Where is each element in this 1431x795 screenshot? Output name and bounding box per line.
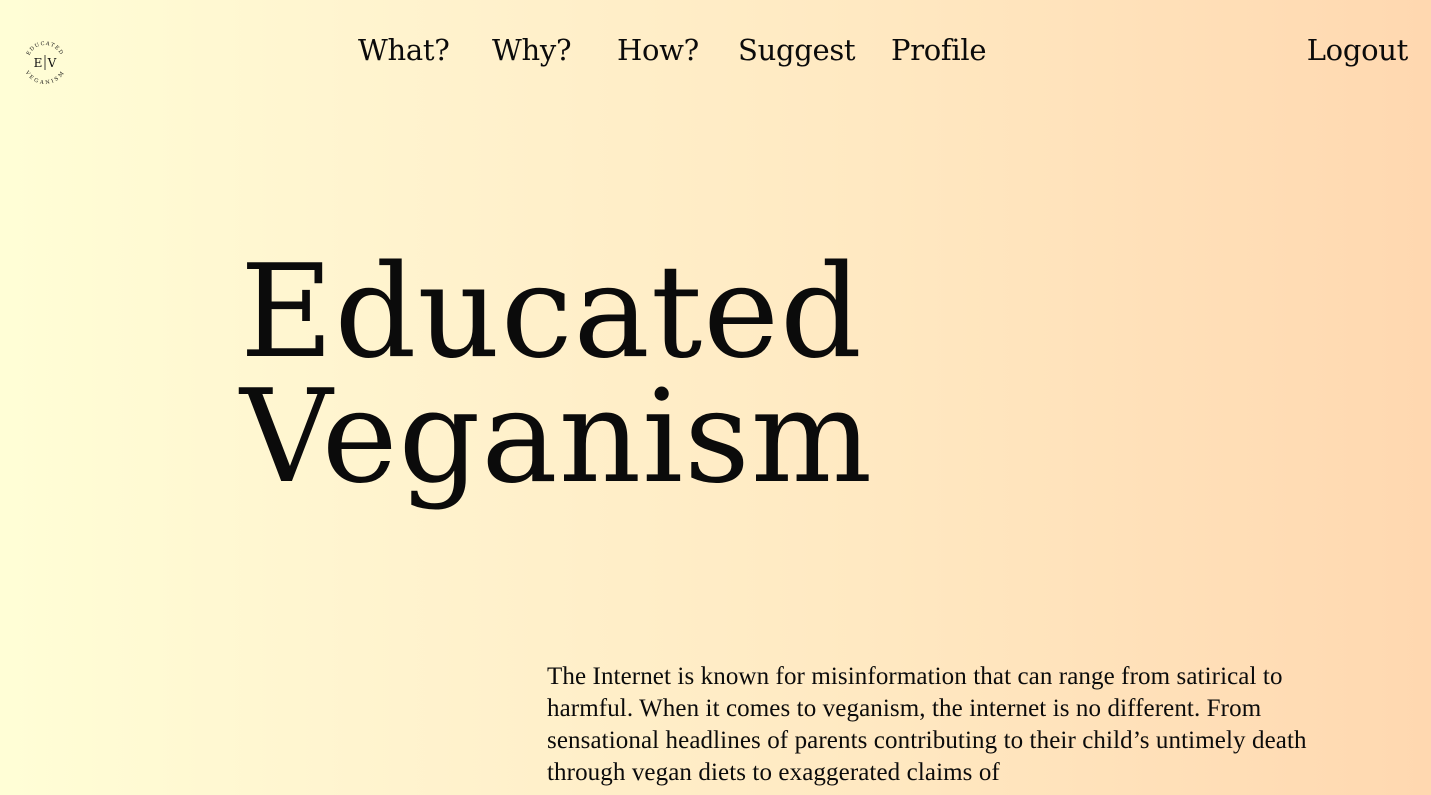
hero-title-line-1: Educated bbox=[240, 238, 863, 387]
nav-link-why[interactable]: Why? bbox=[492, 30, 572, 70]
hero-title: Educated Veganism bbox=[240, 238, 874, 512]
intro-paragraph: The Internet is known for misinformation… bbox=[547, 663, 1307, 786]
nav-link-suggest[interactable]: Suggest bbox=[738, 30, 856, 70]
nav-link-profile[interactable]: Profile bbox=[891, 30, 986, 70]
logout-link[interactable]: Logout bbox=[1307, 30, 1409, 70]
hero-title-line-2: Veganism bbox=[240, 363, 874, 512]
nav-link-how[interactable]: How? bbox=[617, 30, 699, 70]
main-nav: What? Why? How? Suggest Profile Logout bbox=[0, 30, 1431, 72]
nav-link-what[interactable]: What? bbox=[358, 30, 450, 70]
